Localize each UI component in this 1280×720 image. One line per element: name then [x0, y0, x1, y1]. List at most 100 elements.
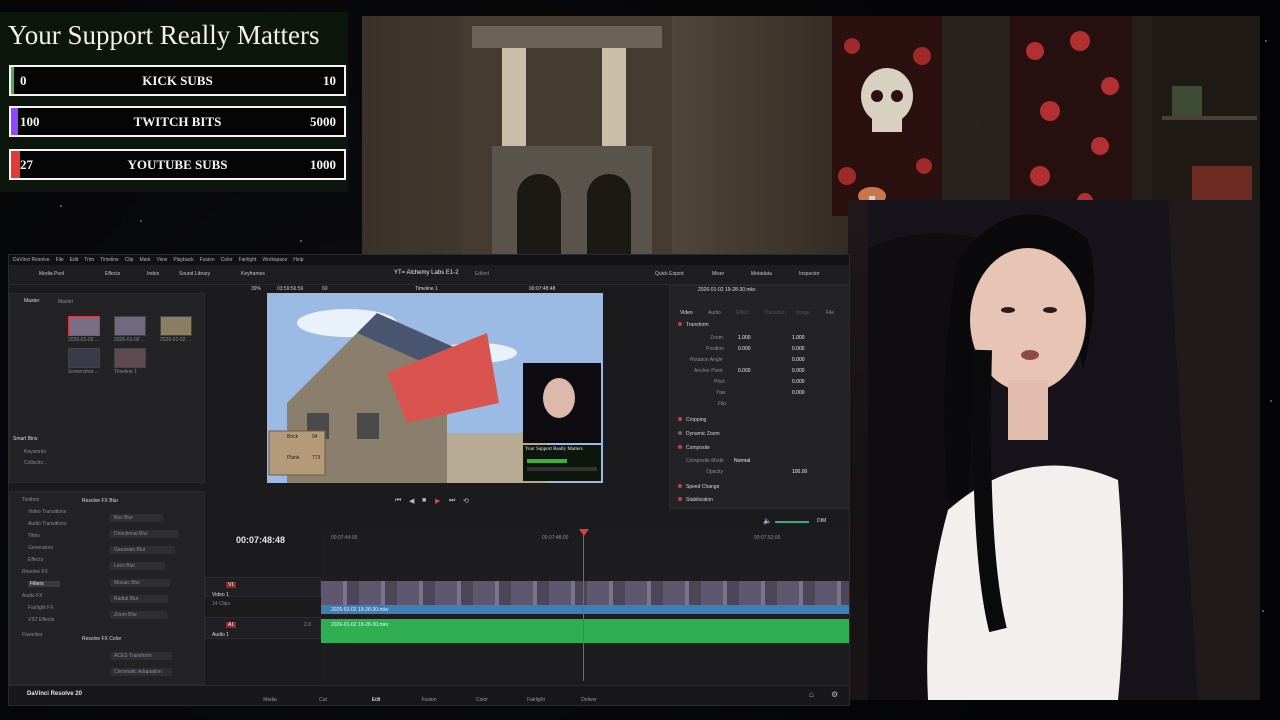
- page-tab-color[interactable]: Color: [462, 697, 502, 703]
- yaw-field[interactable]: 0.000: [792, 390, 805, 396]
- menu-item[interactable]: View: [157, 257, 168, 263]
- anchor-y-field[interactable]: 0.000: [792, 368, 805, 374]
- gear-icon[interactable]: ⚙: [831, 690, 838, 699]
- section-speed-change[interactable]: Speed Change: [678, 484, 719, 490]
- viewer-timeline-name[interactable]: Timeline 1: [415, 286, 438, 292]
- stop-icon[interactable]: ■: [422, 497, 426, 504]
- effects-category[interactable]: Video Transitions: [28, 509, 66, 515]
- audio-clip-bar[interactable]: 2026-01-02 19-28-30.mkv: [321, 619, 849, 643]
- play-reverse-icon[interactable]: ◀: [409, 497, 414, 505]
- effects-category[interactable]: Resolve FX: [22, 569, 48, 575]
- effects-category[interactable]: Fairlight FX: [28, 605, 54, 611]
- menu-item[interactable]: Edit: [70, 257, 79, 263]
- menu-item[interactable]: Fairlight: [239, 257, 257, 263]
- timeline-tracks[interactable]: 00:07:44:00 00:07:48:00 00:07:52:00 2026…: [321, 529, 849, 681]
- track-v1-label[interactable]: V1: [226, 582, 237, 588]
- toolbox-item[interactable]: Toolbox: [22, 497, 39, 503]
- section-cropping[interactable]: Cropping: [678, 417, 706, 423]
- track-a1-label[interactable]: A1: [226, 622, 237, 628]
- keyframes-button[interactable]: Keyframes: [241, 271, 265, 277]
- volume-slider[interactable]: [775, 521, 809, 523]
- viewer-zoom[interactable]: 39%: [251, 286, 261, 292]
- dim-button[interactable]: DIM: [817, 518, 826, 524]
- anchor-x-field[interactable]: 0.000: [738, 368, 751, 374]
- video-clip-thumbnails[interactable]: [321, 581, 849, 605]
- page-tab-fairlight[interactable]: Fairlight: [516, 697, 556, 703]
- effects-category[interactable]: Effects: [28, 557, 43, 563]
- section-transform[interactable]: Transform: [678, 322, 709, 328]
- mixer-button[interactable]: Mixer: [712, 271, 724, 277]
- section-dynamic-zoom[interactable]: Dynamic Zoom: [678, 431, 720, 437]
- opacity-field[interactable]: 100.00: [792, 469, 807, 475]
- skip-back-icon[interactable]: ⏮: [395, 497, 401, 505]
- menu-item[interactable]: Workspace: [262, 257, 287, 263]
- menu-item[interactable]: DaVinci Resolve: [13, 257, 50, 263]
- menu-item[interactable]: Help: [293, 257, 303, 263]
- media-pool-button[interactable]: Media Pool: [39, 271, 64, 277]
- skip-forward-icon[interactable]: ⏭: [449, 497, 455, 505]
- menu-item[interactable]: Fusion: [200, 257, 215, 263]
- effect-item[interactable]: Directional Blur: [110, 530, 178, 538]
- effect-item[interactable]: Radial Blur: [110, 595, 169, 603]
- zoom-x-field[interactable]: 1.000: [738, 335, 751, 341]
- page-tab-media[interactable]: Media: [250, 697, 290, 703]
- page-tab-edit[interactable]: Edit: [356, 697, 396, 703]
- menu-item[interactable]: Playback: [173, 257, 193, 263]
- effects-category[interactable]: Favorites: [22, 632, 43, 638]
- effect-item[interactable]: Zoom Blur: [110, 611, 168, 619]
- menu-item[interactable]: Trim: [84, 257, 94, 263]
- effect-item[interactable]: Gaussian Blur: [110, 546, 176, 554]
- video-viewer[interactable]: Brick 94 Plank 773 Your Support Really M…: [267, 293, 603, 483]
- bin-master[interactable]: Master: [24, 298, 39, 304]
- inspector-tab-file[interactable]: File: [826, 310, 834, 316]
- page-tab-cut[interactable]: Cut: [303, 697, 343, 703]
- effect-item[interactable]: ACES Transform: [110, 652, 172, 660]
- menu-item[interactable]: File: [56, 257, 64, 263]
- inspector-tab-audio[interactable]: Audio: [708, 310, 721, 316]
- rotation-field[interactable]: 0.000: [792, 357, 805, 363]
- clip-thumbnail[interactable]: [68, 348, 100, 368]
- menu-item[interactable]: Timeline: [100, 257, 119, 263]
- effects-category[interactable]: Titles: [28, 533, 40, 539]
- effect-item[interactable]: Chromatic Adaptation: [110, 668, 172, 676]
- pitch-field[interactable]: 0.000: [792, 379, 805, 385]
- section-stabilization[interactable]: Stabilization: [678, 497, 713, 503]
- inspector-button[interactable]: Inspector: [799, 271, 820, 277]
- quick-export-button[interactable]: Quick Export: [655, 271, 684, 277]
- page-tab-fusion[interactable]: Fusion: [409, 697, 449, 703]
- menu-item[interactable]: Color: [221, 257, 233, 263]
- smart-bin-item[interactable]: Keywords: [24, 449, 46, 455]
- effects-category[interactable]: VST Effects: [28, 617, 54, 623]
- smart-bin-item[interactable]: Collectio...: [24, 460, 47, 466]
- playhead[interactable]: [583, 531, 584, 681]
- effect-item[interactable]: Box Blur: [110, 514, 163, 522]
- menu-item[interactable]: Mark: [139, 257, 150, 263]
- play-icon[interactable]: ▶: [435, 497, 440, 505]
- playhead-handle[interactable]: [579, 529, 589, 536]
- effects-category[interactable]: Generators: [28, 545, 53, 551]
- sound-library-button[interactable]: Sound Library: [179, 271, 210, 277]
- clip-thumbnail[interactable]: [114, 348, 146, 368]
- position-x-field[interactable]: 0.000: [738, 346, 751, 352]
- video-clip-bar[interactable]: 2026-01-02 19-28-30.mkv: [321, 605, 849, 614]
- inspector-tab-image[interactable]: Image: [796, 310, 810, 316]
- speaker-icon[interactable]: 🔈: [763, 517, 772, 525]
- effects-category[interactable]: Audio Transitions: [28, 521, 66, 527]
- composite-mode-select[interactable]: Normal: [734, 458, 750, 464]
- effect-item[interactable]: Lens Blur: [110, 562, 166, 570]
- page-tab-deliver[interactable]: Deliver: [569, 697, 609, 703]
- section-composite[interactable]: Composite: [678, 445, 710, 451]
- clip-thumbnail[interactable]: [68, 316, 100, 336]
- effects-category[interactable]: Audio FX: [22, 593, 43, 599]
- inspector-tab-effect[interactable]: Effect: [736, 310, 749, 316]
- tab-master[interactable]: Master: [58, 299, 73, 305]
- effects-category-selected[interactable]: Filters: [28, 581, 60, 587]
- zoom-y-field[interactable]: 1.000: [792, 335, 805, 341]
- position-y-field[interactable]: 0.000: [792, 346, 805, 352]
- clip-thumbnail[interactable]: [160, 316, 192, 336]
- inspector-tab-video[interactable]: Video: [680, 310, 693, 316]
- loop-icon[interactable]: ⟲: [463, 497, 469, 505]
- effects-button[interactable]: Effects: [105, 271, 120, 277]
- clip-thumbnail[interactable]: [114, 316, 146, 336]
- effect-item[interactable]: Mosaic Blur: [110, 579, 171, 587]
